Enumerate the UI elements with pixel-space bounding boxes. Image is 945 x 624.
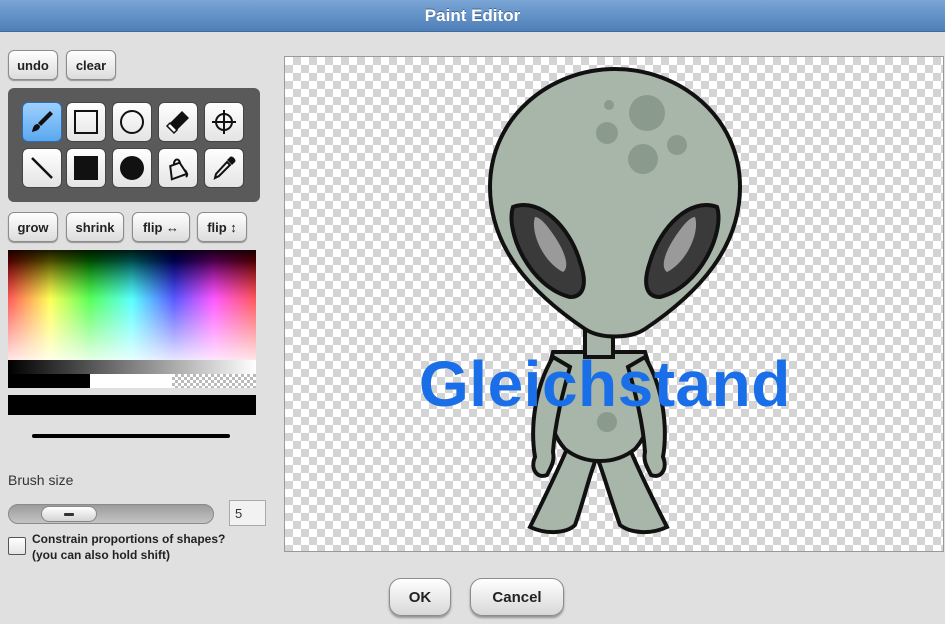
undo-button[interactable]: undo [8, 50, 58, 80]
line-tool[interactable] [22, 148, 62, 188]
flip-vertical-button[interactable]: flip ↕ [197, 212, 247, 242]
paintbrush-icon [32, 111, 53, 132]
constrain-proportions-checkbox[interactable] [8, 537, 26, 555]
paint-bucket-icon [169, 158, 189, 181]
constrain-line-2: (you can also hold shift) [32, 548, 171, 562]
paint-bucket-tool[interactable] [158, 148, 198, 188]
eraser-icon [165, 111, 189, 135]
ok-button[interactable]: OK [389, 578, 451, 616]
alien-image [487, 66, 743, 534]
brush-size-input[interactable] [229, 500, 266, 526]
tool-palette [8, 88, 260, 202]
shrink-button[interactable]: shrink [66, 212, 124, 242]
filled-rectangle-icon [74, 156, 98, 180]
brush-size-slider-handle[interactable] [41, 506, 97, 522]
constrain-line-1: Constrain proportions of shapes? [32, 532, 226, 546]
brush-size-slider[interactable] [8, 504, 214, 524]
filled-ellipse-tool[interactable] [112, 148, 152, 188]
cancel-button[interactable]: Cancel [470, 578, 564, 616]
canvas-text-overlay: Gleichstand [419, 348, 791, 420]
current-color-display [8, 395, 256, 415]
rectangle-outline-icon [74, 110, 98, 134]
filled-rectangle-tool[interactable] [66, 148, 106, 188]
crosshair-icon [212, 110, 236, 134]
rectangle-tool[interactable] [66, 102, 106, 142]
eyedropper-tool[interactable] [204, 148, 244, 188]
transparent-swatch[interactable] [172, 374, 256, 388]
ellipse-outline-icon [120, 110, 144, 134]
set-rotation-center-tool[interactable] [204, 102, 244, 142]
swatch-row [8, 374, 256, 388]
line-icon [31, 157, 53, 179]
brush-size-preview [32, 434, 230, 438]
white-swatch[interactable] [90, 374, 172, 388]
ellipse-tool[interactable] [112, 102, 152, 142]
constrain-proportions-label: Constrain proportions of shapes? (you ca… [32, 531, 225, 563]
eraser-tool[interactable] [158, 102, 198, 142]
black-swatch[interactable] [8, 374, 90, 388]
grayscale-ramp[interactable] [8, 360, 256, 374]
eyedropper-icon [213, 156, 236, 180]
grow-button[interactable]: grow [8, 212, 58, 242]
brush-size-label: Brush size [8, 472, 74, 488]
filled-ellipse-icon [120, 156, 144, 180]
paint-canvas[interactable]: Gleichstand [284, 56, 944, 552]
flip-horizontal-button[interactable]: flip ↔ [132, 212, 190, 242]
brush-tool[interactable] [22, 102, 62, 142]
color-palette[interactable] [8, 250, 256, 360]
clear-button[interactable]: clear [66, 50, 116, 80]
window-title: Paint Editor [0, 0, 945, 32]
